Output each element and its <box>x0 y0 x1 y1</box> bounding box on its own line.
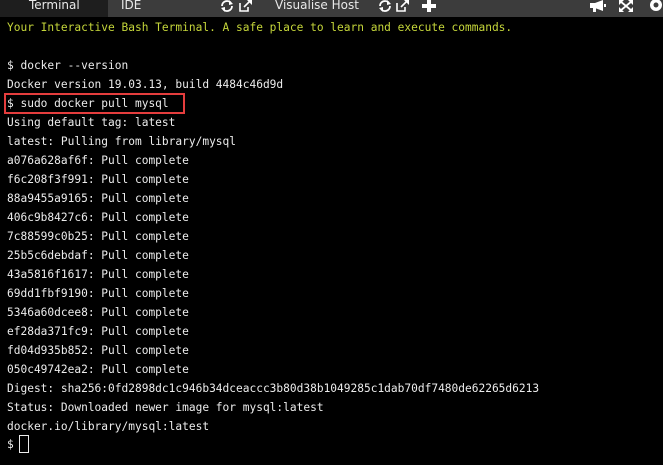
terminal-cursor[interactable] <box>19 435 29 453</box>
refresh-icon[interactable] <box>378 0 392 12</box>
terminal-line: $ docker --version <box>7 59 129 72</box>
terminal-line: 69dd1fbf9190: Pull complete <box>7 287 189 300</box>
terminal-line: latest: Pulling from library/mysql <box>7 135 237 148</box>
open-external-icon[interactable] <box>239 0 252 12</box>
tab-bar: Terminal IDE Visualise Host <box>0 0 663 17</box>
terminal-line: 7c88599c0b25: Pull complete <box>7 230 189 243</box>
terminal-line: Digest: sha256:0fd2898dc1c946b34dceaccc3… <box>7 382 540 395</box>
bash-terminal-app: Terminal IDE Visualise Host Your Interac… <box>0 0 663 465</box>
terminal-line: Using default tag: latest <box>7 116 176 129</box>
terminal-line: 43a5816f1617: Pull complete <box>7 268 189 281</box>
settings-icon[interactable] <box>647 0 663 12</box>
tab-terminal[interactable]: Terminal <box>0 0 108 17</box>
terminal-line: Docker version 19.03.13, build 4484c46d9… <box>7 78 284 91</box>
terminal-line: 406c9b8427c6: Pull complete <box>7 211 189 224</box>
terminal-line: 88a9455a9165: Pull complete <box>7 192 189 205</box>
terminal-line: 5346a60dcee8: Pull complete <box>7 306 189 319</box>
terminal-line: ef28da371fc9: Pull complete <box>7 325 189 338</box>
tab-visualise-host[interactable]: Visualise Host <box>266 0 386 17</box>
terminal-prompt: $ <box>7 438 14 451</box>
add-icon[interactable] <box>422 0 436 12</box>
terminal-line: a076a628af6f: Pull complete <box>7 154 189 167</box>
fullscreen-icon[interactable] <box>619 0 633 12</box>
announcement-icon[interactable] <box>589 0 607 12</box>
terminal-line: docker.io/library/mysql:latest <box>7 420 210 433</box>
terminal-output[interactable]: Your Interactive Bash Terminal. A safe p… <box>0 17 663 465</box>
refresh-icon[interactable] <box>220 0 234 12</box>
terminal-line: Status: Downloaded newer image for mysql… <box>7 401 324 414</box>
open-external-icon[interactable] <box>396 0 409 12</box>
terminal-line: fd04d935b852: Pull complete <box>7 344 189 357</box>
terminal-line: f6c208f3f991: Pull complete <box>7 173 189 186</box>
terminal-banner: Your Interactive Bash Terminal. A safe p… <box>7 21 513 34</box>
command-highlight-box <box>4 93 185 114</box>
tab-ide[interactable]: IDE <box>108 0 208 17</box>
terminal-line: 050c49742ea2: Pull complete <box>7 363 189 376</box>
terminal-line: 25b5c6debdaf: Pull complete <box>7 249 189 262</box>
